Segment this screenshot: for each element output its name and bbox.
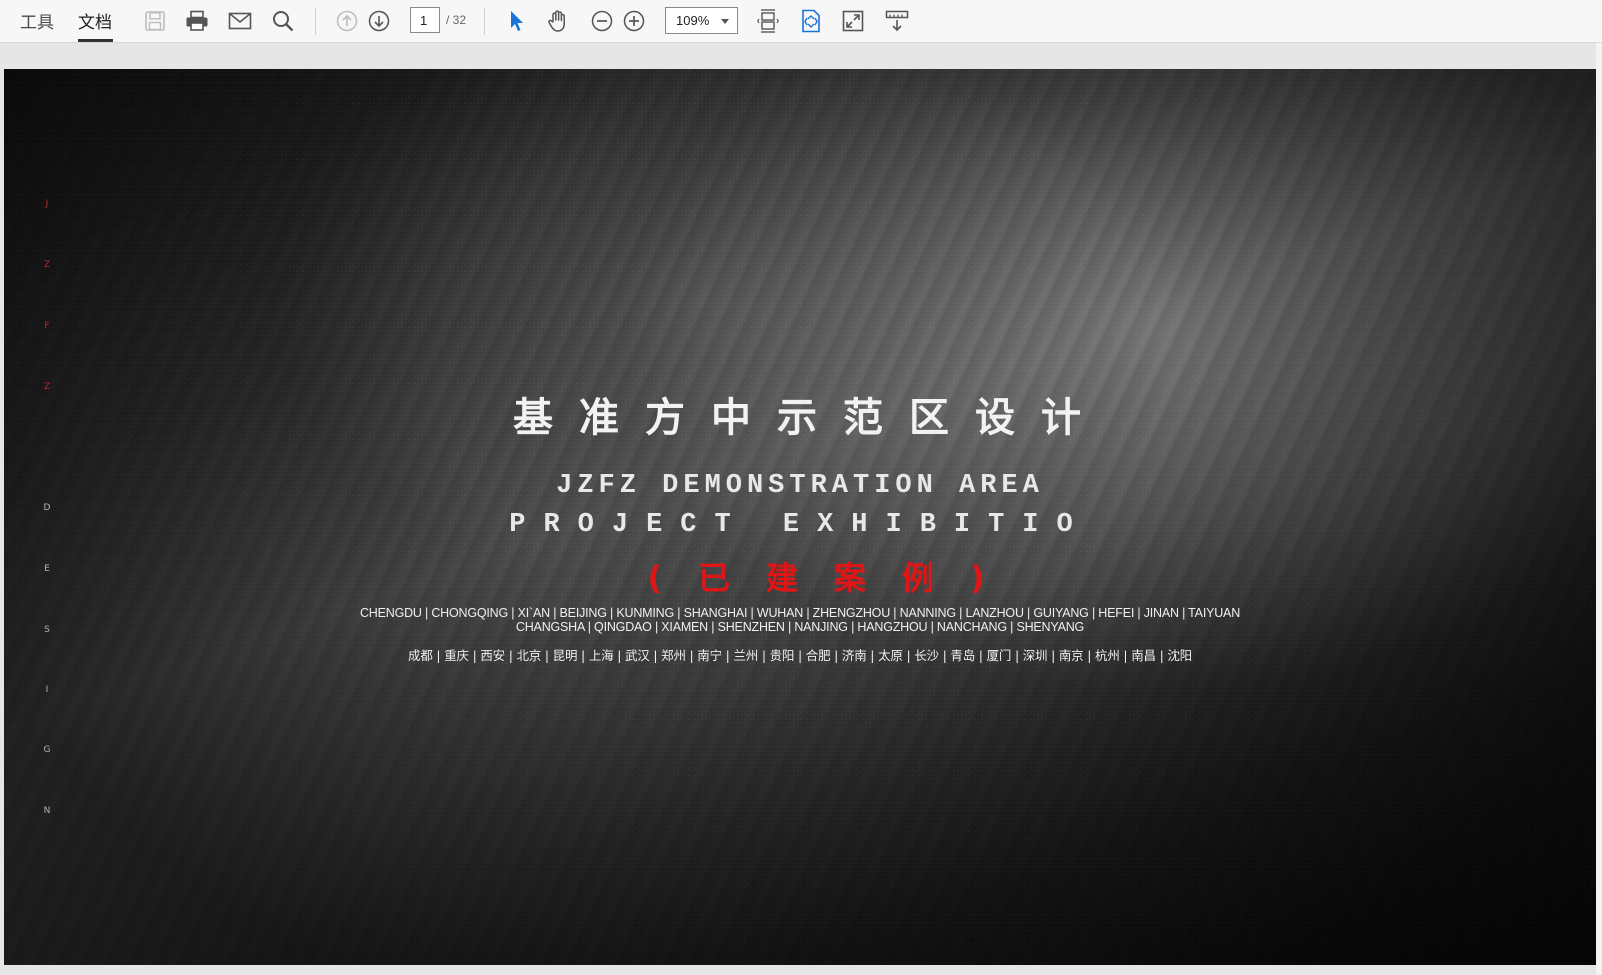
- tab-tools[interactable]: 工具: [20, 8, 54, 33]
- active-tab-indicator: [78, 39, 113, 42]
- vertical-scrollbar[interactable]: [1596, 43, 1602, 975]
- zoom-in-icon[interactable]: [619, 6, 649, 36]
- side-letter: I: [45, 685, 49, 695]
- side-letter: Z: [43, 260, 51, 270]
- email-icon[interactable]: [225, 6, 255, 36]
- title-chinese: 基准方中示范区设计: [513, 395, 1107, 441]
- print-icon[interactable]: [182, 6, 212, 36]
- side-letter: J: [45, 199, 49, 209]
- title-english-line1: JZFZ DEMONSTRATION AREA: [556, 471, 1044, 501]
- document-viewport[interactable]: J Z F Z D E S I G N 基准方中示范区设计 JZFZ DEMON…: [0, 43, 1602, 975]
- zoom-level-value: 109%: [676, 13, 710, 28]
- search-icon[interactable]: [268, 6, 298, 36]
- toolbar-divider: [484, 8, 485, 35]
- title-english-line2: PROJECT EXHIBITIO: [509, 510, 1091, 540]
- fit-page-icon[interactable]: [796, 6, 826, 36]
- read-mode-icon[interactable]: [882, 6, 912, 36]
- next-page-icon[interactable]: [364, 6, 394, 36]
- city-list-english-line1: CHENGDU | CHONGQING | XI`AN | BEIJING | …: [359, 606, 1241, 620]
- select-tool-icon[interactable]: [501, 6, 531, 36]
- side-letter: F: [44, 321, 50, 331]
- tab-document[interactable]: 文档: [78, 8, 112, 33]
- toolbar-divider: [315, 8, 316, 35]
- save-icon[interactable]: [140, 6, 170, 36]
- scroll-mode-icon[interactable]: [753, 6, 783, 36]
- side-letter: G: [43, 745, 51, 755]
- document-page: J Z F Z D E S I G N 基准方中示范区设计 JZFZ DEMON…: [4, 69, 1596, 965]
- zoom-level-select[interactable]: 109%: [665, 7, 738, 34]
- side-letter: N: [43, 806, 51, 816]
- previous-page-icon[interactable]: [332, 6, 362, 36]
- toolbar: 工具 文档 / 32 109%: [0, 0, 1602, 43]
- page-number-input[interactable]: [410, 7, 440, 33]
- hand-tool-icon[interactable]: [543, 6, 573, 36]
- page-total-label: / 32: [446, 13, 467, 27]
- subtitle-built-cases: (已建案例): [647, 559, 1021, 597]
- full-screen-icon[interactable]: [838, 6, 868, 36]
- city-list-english-line2: CHANGSHA | QINGDAO | XIAMEN | SHENZHEN |…: [515, 620, 1085, 634]
- chevron-down-icon: [721, 19, 729, 24]
- city-list-chinese: 成都 | 重庆 | 西安 | 北京 | 昆明 | 上海 | 武汉 | 郑州 | …: [408, 648, 1192, 663]
- zoom-out-icon[interactable]: [587, 6, 617, 36]
